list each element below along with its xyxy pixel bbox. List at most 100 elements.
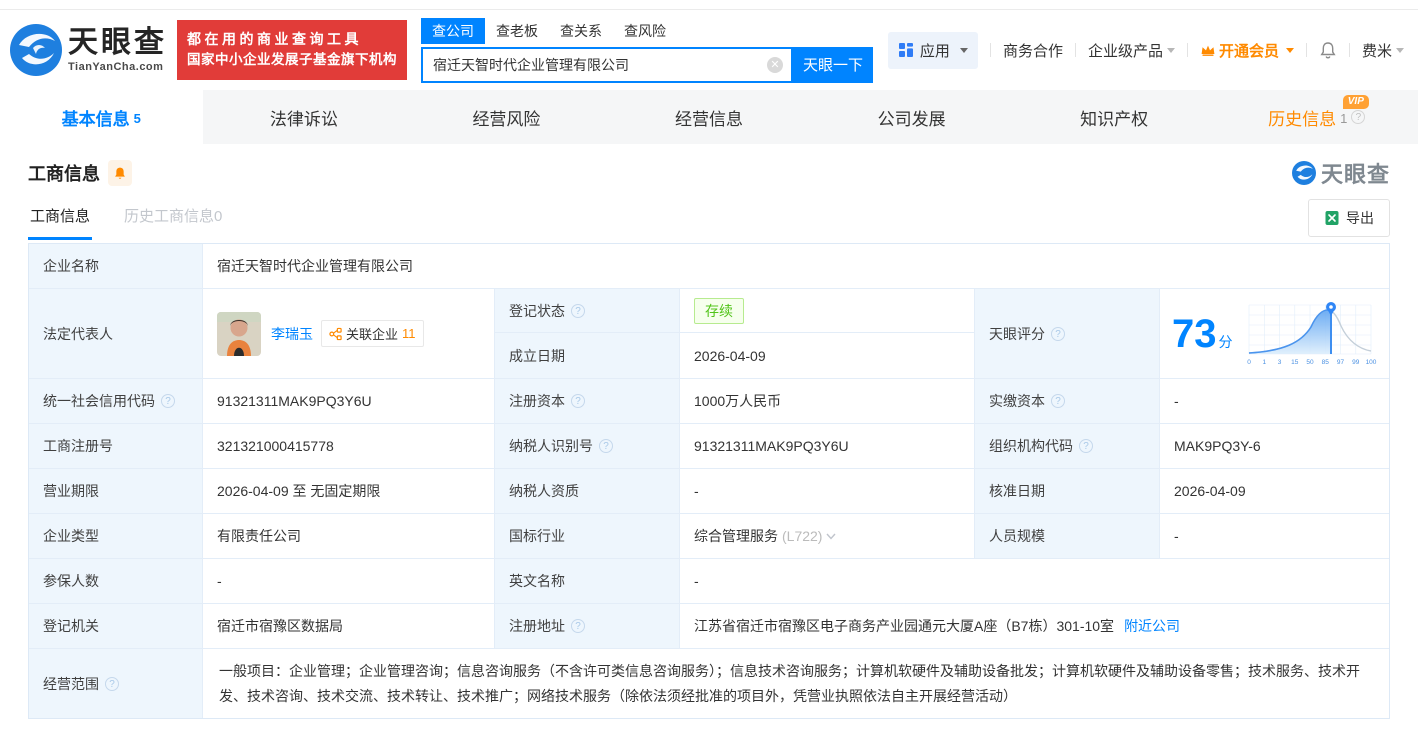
tab-intellectual-property[interactable]: 知识产权 (1013, 90, 1216, 144)
company-name-value: 宿迁天智时代企业管理有限公司 (217, 258, 413, 274)
field-label: 工商注册号 (29, 424, 203, 468)
username: 费米 (1361, 42, 1392, 60)
subscribe-bell-button[interactable] (108, 160, 132, 186)
search-input-box: ✕ (421, 46, 793, 83)
svg-text:1: 1 (1262, 359, 1266, 366)
score-cell: 73 分 0 1 3 15 50 85 97 99 100 (1160, 289, 1389, 378)
approval-date-value: 2026-04-09 (1174, 483, 1246, 499)
legal-rep-cell: 李瑞玉 关联企业 11 (203, 289, 495, 378)
chevron-down-icon (1166, 48, 1175, 57)
field-label: 注册资本? (495, 379, 680, 423)
tianyancha-logo[interactable]: 天眼查 TianYanCha.com (10, 24, 167, 76)
business-info-table: 企业名称 宿迁天智时代企业管理有限公司 法定代表人 李瑞玉 关联企业 11 登记… (28, 243, 1390, 719)
related-count: 11 (402, 326, 416, 341)
field-label: 营业期限 (29, 469, 203, 513)
search-tab-risk[interactable]: 查风险 (613, 18, 677, 44)
field-label: 国标行业 (495, 514, 680, 558)
help-icon[interactable]: ? (105, 676, 119, 691)
apps-menu[interactable]: 应用 (887, 31, 978, 69)
svg-text:50: 50 (1306, 359, 1314, 366)
help-icon[interactable]: ? (571, 303, 585, 318)
field-label: 统一社会信用代码? (29, 379, 203, 423)
search-tab-relation[interactable]: 查关系 (549, 18, 613, 44)
tab-legal-litigation[interactable]: 法律诉讼 (203, 90, 406, 144)
table-row: 营业期限 2026-04-09 至 无固定期限 纳税人资质 - 核准日期 202… (29, 469, 1389, 514)
org-code-value: MAK9PQ3Y-6 (1174, 438, 1261, 454)
field-label: 实缴资本? (975, 379, 1160, 423)
help-icon[interactable]: ? (1351, 110, 1366, 124)
paid-capital-value: - (1174, 393, 1179, 409)
business-term-value: 2026-04-09 至 无固定期限 (203, 469, 495, 513)
search-tab-boss[interactable]: 查老板 (485, 18, 549, 44)
svg-text:3: 3 (1277, 359, 1281, 366)
svg-text:99: 99 (1352, 359, 1360, 366)
search-input[interactable] (433, 56, 761, 73)
divider (1074, 43, 1076, 57)
search-tabs: 查公司 查老板 查关系 查风险 (421, 17, 873, 44)
notifications-button[interactable] (1319, 41, 1337, 60)
tab-operation-info[interactable]: 经营信息 (608, 90, 811, 144)
related-companies-badge[interactable]: 关联企业 11 (321, 320, 424, 347)
industry-code: (L722) (782, 528, 823, 544)
clear-search-icon[interactable]: ✕ (767, 56, 783, 73)
industry-value[interactable]: 综合管理服务 (L722) (680, 514, 975, 558)
subtab-history-business-info[interactable]: 历史工商信息0 (122, 199, 224, 237)
score-axis-labels: 0 1 3 15 50 85 97 99 100 (1247, 359, 1377, 366)
reg-address-value: 江苏省宿迁市宿豫区电子商务产业园通元大厦A座（B7栋）301-10室 (694, 618, 1115, 634)
org-relation-icon (329, 327, 342, 340)
help-icon[interactable]: ? (161, 394, 175, 408)
field-label: 人员规模 (975, 514, 1160, 558)
nav-open-vip[interactable]: 开通会员 (1200, 40, 1294, 61)
search-button[interactable]: 天眼一下 (793, 46, 873, 83)
field-label: 组织机构代码? (975, 424, 1160, 468)
table-row: 经营范围? 一般项目：企业管理；企业管理咨询；信息咨询服务（不含许可类信息咨询服… (29, 649, 1389, 718)
staff-size-value: - (1174, 528, 1179, 544)
svg-text:100: 100 (1365, 359, 1376, 366)
score-value: 73 (1172, 311, 1217, 356)
user-menu[interactable]: 费米 (1362, 40, 1404, 61)
table-row: 参保人数 - 英文名称 - (29, 559, 1389, 604)
table-row: 统一社会信用代码? 91321311MAK9PQ3Y6U 注册资本? 1000万… (29, 379, 1389, 424)
promo-line1: 都在用的商业查询工具 (187, 30, 362, 47)
divider (1305, 43, 1307, 57)
help-icon[interactable]: ? (571, 619, 585, 633)
nav-enterprise-product[interactable]: 企业级产品 (1088, 40, 1175, 61)
search-tab-company[interactable]: 查公司 (421, 17, 485, 44)
table-row: 法定代表人 李瑞玉 关联企业 11 登记状态 ? 存续 成立日期 2026-04… (29, 289, 1389, 379)
tab-company-development[interactable]: 公司发展 (810, 90, 1013, 144)
svg-text:97: 97 (1336, 359, 1344, 366)
nearby-companies-link[interactable]: 附近公司 (1124, 616, 1180, 636)
legal-rep-name-link[interactable]: 李瑞玉 (271, 324, 313, 344)
search-area: 查公司 查老板 查关系 查风险 ✕ 天眼一下 (421, 17, 873, 83)
help-icon[interactable]: ? (1051, 326, 1065, 341)
section-title: 工商信息 (28, 164, 100, 184)
tab-history-info[interactable]: VIP 历史信息 1 ? (1215, 90, 1418, 144)
help-icon[interactable]: ? (599, 439, 613, 453)
apps-label: 应用 (919, 42, 950, 60)
table-row: 企业名称 宿迁天智时代企业管理有限公司 (29, 244, 1389, 289)
help-icon[interactable]: ? (1051, 394, 1065, 408)
subtab-business-info[interactable]: 工商信息 (28, 199, 93, 240)
main-content: 工商信息 天眼查 工商信息 历史工商信息0 导出 企业名称 宿迁天智时代企业管理… (0, 157, 1418, 719)
field-label: 纳税人资质 (495, 469, 680, 513)
divider (1348, 43, 1350, 57)
help-icon[interactable]: ? (571, 394, 585, 408)
nav-cooperation[interactable]: 商务合作 (1003, 40, 1063, 61)
field-label: 经营范围? (29, 649, 203, 718)
field-label: 注册地址? (495, 604, 680, 648)
export-button[interactable]: 导出 (1308, 199, 1390, 237)
vip-badge: VIP (1342, 95, 1369, 109)
reg-number-value: 321321000415778 (203, 424, 495, 468)
establish-date-value: 2026-04-09 (680, 333, 975, 378)
svg-text:0: 0 (1247, 359, 1251, 366)
field-label: 企业类型 (29, 514, 203, 558)
apps-grid-icon (898, 43, 913, 57)
tab-operation-risk[interactable]: 经营风险 (405, 90, 608, 144)
reg-capital-value: 1000万人民币 (680, 379, 975, 423)
tab-basic-info[interactable]: 基本信息 5 (0, 90, 203, 144)
watermark-logo: 天眼查 (1291, 157, 1390, 189)
brand-domain: TianYanCha.com (68, 60, 164, 73)
field-label: 核准日期 (975, 469, 1160, 513)
help-icon[interactable]: ? (1079, 439, 1093, 453)
legal-rep-photo[interactable] (217, 311, 261, 356)
